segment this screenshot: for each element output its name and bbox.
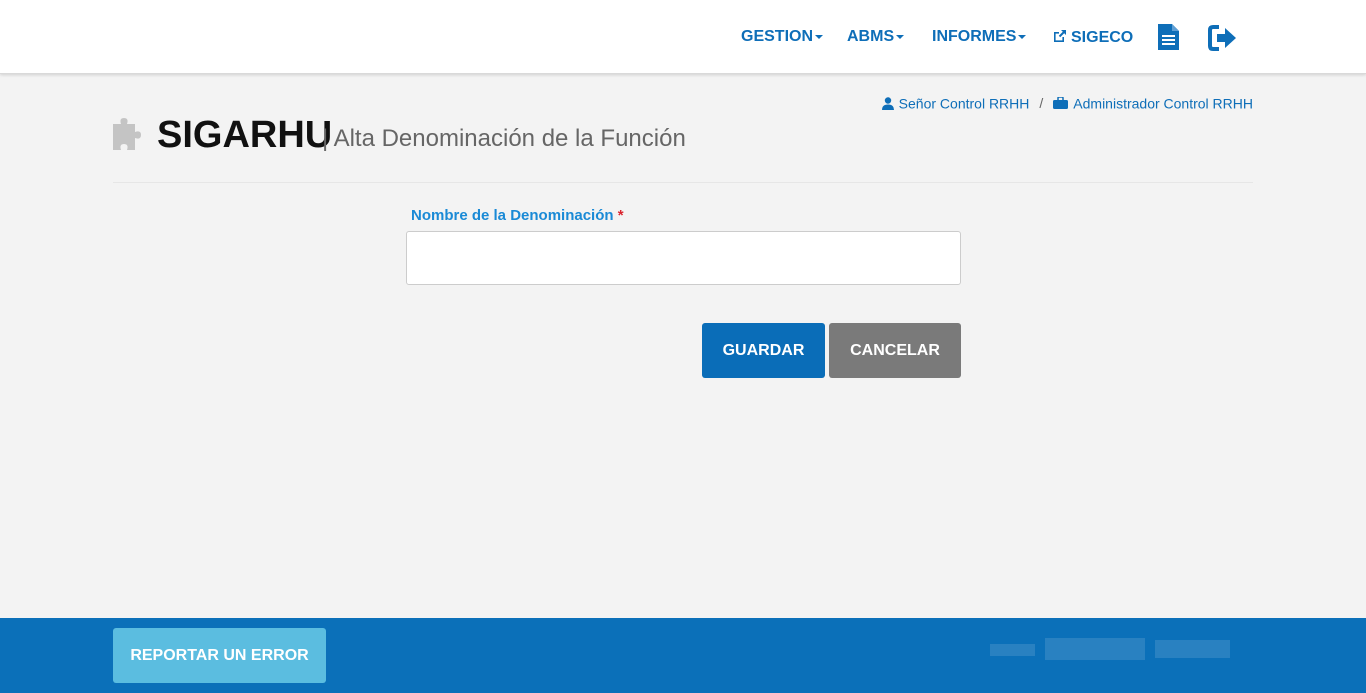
report-error-button[interactable]: REPORTAR UN ERROR	[113, 628, 326, 683]
save-button[interactable]: GUARDAR	[702, 323, 825, 378]
denominacion-label: Nombre de la Denominación *	[411, 207, 624, 224]
nav-informes-label: INFORMES	[932, 28, 1017, 45]
puzzle-icon	[113, 118, 141, 150]
caret-down-icon	[1018, 34, 1027, 39]
nav-informes-menu[interactable]: INFORMES	[932, 28, 1027, 46]
footer-logo-watermark	[990, 638, 1230, 660]
app-name: SIGARHU	[157, 114, 333, 156]
briefcase-icon	[1053, 96, 1069, 110]
nav-sigeco-label: SIGECO	[1071, 29, 1134, 46]
header-divider	[113, 182, 1253, 183]
user-icon	[881, 97, 894, 110]
breadcrumb-separator: /	[1039, 95, 1044, 112]
external-link-icon	[1054, 30, 1066, 42]
nav-sigeco-link[interactable]: SIGECO	[1052, 28, 1133, 47]
logout-icon[interactable]	[1208, 25, 1238, 56]
denominacion-label-text: Nombre de la Denominación	[411, 207, 614, 224]
nav-gestion-menu[interactable]: GESTION	[741, 28, 824, 46]
nav-abms-menu[interactable]: ABMS	[847, 28, 905, 46]
breadcrumb-user[interactable]: Señor Control RRHH	[899, 95, 1030, 111]
page-subtitle: | Alta Denominación de la Función	[322, 125, 686, 152]
nav-abms-label: ABMS	[847, 28, 895, 45]
denominacion-input[interactable]	[406, 231, 961, 285]
footer: REPORTAR UN ERROR	[0, 618, 1366, 693]
document-icon[interactable]	[1158, 24, 1179, 55]
caret-down-icon	[815, 34, 824, 39]
top-navbar: GESTION ABMS INFORMES SIGECO	[0, 0, 1366, 74]
nav-gestion-label: GESTION	[741, 28, 814, 45]
required-mark: *	[617, 207, 624, 224]
caret-down-icon	[896, 34, 905, 39]
breadcrumb: Señor Control RRHH / Administrador Contro…	[881, 94, 1253, 112]
cancel-button[interactable]: CANCELAR	[829, 323, 961, 378]
breadcrumb-role[interactable]: Administrador Control RRHH	[1073, 95, 1253, 111]
